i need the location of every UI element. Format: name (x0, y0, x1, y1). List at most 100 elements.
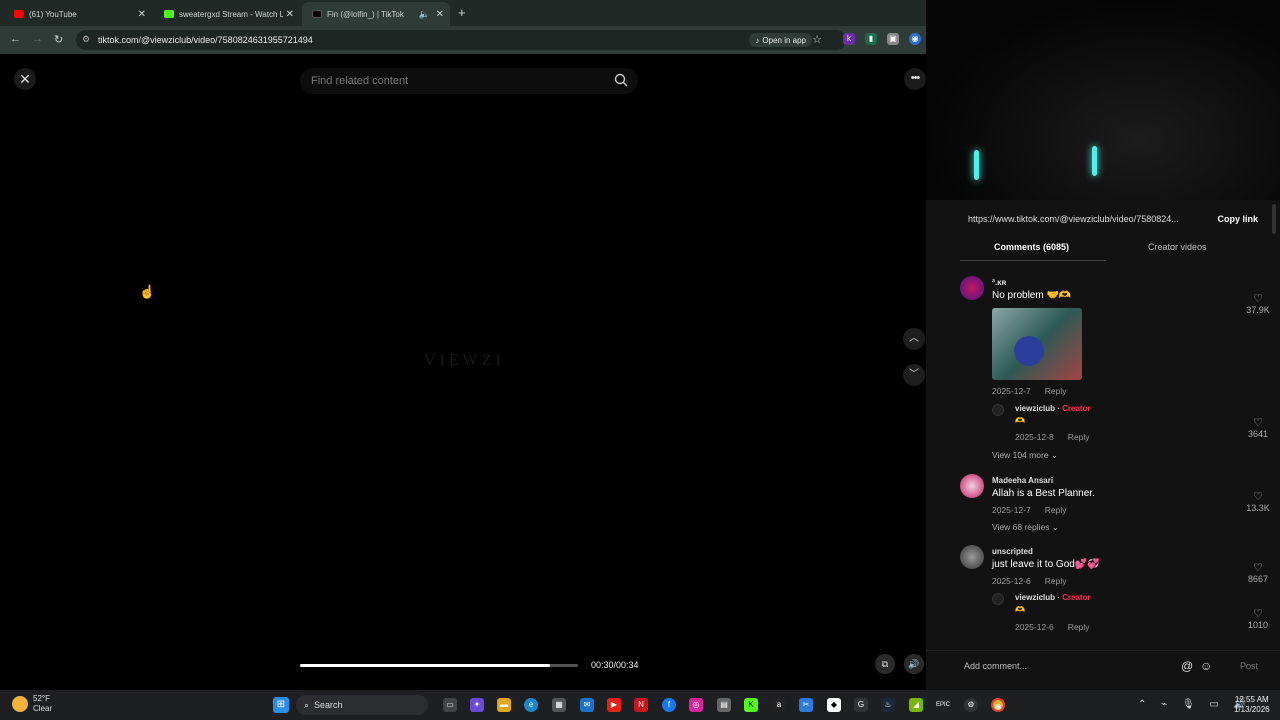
like-button[interactable]: ♡ 37.9K (1240, 292, 1276, 315)
steam-icon[interactable]: ♨ (881, 698, 895, 712)
roblox-icon[interactable]: ◆ (827, 698, 841, 712)
windows-start-icon[interactable]: ⊞ (273, 697, 289, 713)
video-player[interactable]: ✕ Find related content ••• VIEWZI ︿ ﹀ 00… (0, 54, 926, 690)
edge-icon[interactable]: e (524, 698, 538, 712)
extension-k-icon[interactable]: k (843, 33, 855, 45)
snipping-tool-icon[interactable]: ✂ (799, 698, 813, 712)
reply-button[interactable]: Reply (1045, 386, 1067, 396)
comment-username[interactable]: unscripted (992, 547, 1033, 556)
profile-icon[interactable]: ◉ (909, 33, 921, 45)
netflix-icon[interactable]: N (634, 698, 648, 712)
new-tab-button[interactable]: + (458, 5, 466, 20)
avatar[interactable] (960, 474, 984, 498)
next-video-icon[interactable]: ﹀ (903, 364, 925, 386)
tab-tiktok[interactable]: Fin (@lolfin_) | TikTok 🔈 ✕ (302, 2, 450, 26)
view-more-button[interactable]: View 68 replies ⌄ (992, 522, 1059, 533)
bookmark-star-icon[interactable]: ☆ (812, 33, 822, 46)
progress-bar[interactable] (300, 664, 578, 667)
close-tab-icon[interactable]: ✕ (436, 9, 444, 20)
heart-icon: ♡ (1253, 608, 1263, 620)
more-options-icon[interactable]: ••• (904, 68, 926, 90)
cursor-icon: ☝ (139, 284, 156, 299)
comment-image[interactable] (992, 308, 1082, 380)
site-info-icon[interactable]: ⚙ (82, 34, 90, 45)
facebook-icon[interactable]: f (662, 698, 676, 712)
heart-icon: ♡ (1253, 417, 1263, 429)
back-icon[interactable]: ← (10, 33, 21, 45)
like-button[interactable]: ♡ 8667 (1240, 561, 1276, 584)
reload-icon[interactable]: ↻ (54, 33, 63, 46)
tab-youtube[interactable]: (61) YouTube ✕ (4, 4, 152, 24)
weather-temp: 52°F (33, 694, 50, 703)
reply-button[interactable]: Reply (1045, 576, 1067, 586)
view-more-button[interactable]: View 104 more ⌄ (992, 450, 1058, 461)
mail-icon[interactable]: ✉ (580, 698, 594, 712)
close-tab-icon[interactable]: ✕ (286, 9, 294, 20)
copilot-icon[interactable]: ✦ (470, 698, 484, 712)
file-explorer-icon[interactable]: ▬ (497, 698, 511, 712)
comment-meta: 2025-12-7 Reply (992, 505, 1067, 515)
speaker-icon[interactable]: 🔈 (419, 9, 430, 20)
previous-video-icon[interactable]: ︿ (903, 328, 925, 350)
reply-username[interactable]: viewziclub · Creator (1015, 593, 1091, 602)
tab-label: (61) YouTube (29, 9, 77, 19)
tab-kick[interactable]: sweatergxd Stream - Watch Live ✕ (154, 4, 300, 24)
forward-icon[interactable]: → (32, 33, 43, 45)
add-comment-input[interactable]: Add comment... (964, 661, 1027, 671)
avatar[interactable] (960, 545, 984, 569)
tab-comments[interactable]: Comments (6085) (994, 242, 1069, 252)
share-link-row: https://www.tiktok.com/@viewziclub/video… (968, 214, 1268, 224)
close-tab-icon[interactable]: ✕ (138, 9, 146, 20)
nvidia-icon[interactable]: ◢ (909, 698, 923, 712)
taskbar-search[interactable]: ⌕ Search (296, 695, 428, 715)
comment-username[interactable]: ª.ĸʀ (992, 278, 1006, 287)
instagram-icon[interactable]: ◎ (689, 698, 703, 712)
youtube-app-icon[interactable]: ▶ (607, 698, 621, 712)
like-count: 1010 (1247, 620, 1269, 630)
clock[interactable]: 12:55 AM 1/13/2026 (1234, 695, 1270, 715)
close-icon[interactable]: ✕ (14, 68, 36, 90)
g-app-icon[interactable]: G (854, 698, 868, 712)
settings-gear-icon[interactable]: ⚙ (964, 698, 978, 712)
emoji-icon[interactable]: ☺ (1200, 659, 1212, 673)
calculator-icon[interactable]: ▤ (717, 698, 731, 712)
like-button[interactable]: ♡ 13.3K (1240, 490, 1276, 513)
avatar[interactable] (960, 276, 984, 300)
reply-button[interactable]: Reply (1068, 432, 1090, 442)
tab-strip: (61) YouTube ✕ sweatergxd Stream - Watch… (0, 0, 926, 26)
comment-date: 2025-12-7 (992, 386, 1031, 396)
pip-icon[interactable]: ⧉ (875, 654, 895, 674)
epic-games-icon[interactable]: EPIC (936, 698, 950, 712)
mention-icon[interactable]: @ (1181, 659, 1193, 673)
open-in-app-button[interactable]: ♪ Open in app (749, 33, 812, 47)
copy-link-button[interactable]: Copy link (1217, 214, 1258, 224)
chrome-icon[interactable]: ◉ (991, 698, 1005, 712)
scrollbar[interactable] (1272, 204, 1276, 234)
url-field[interactable]: ⚙ tiktok.com/@viewziclub/video/758082463… (76, 30, 846, 50)
reply-button[interactable]: Reply (1045, 505, 1067, 515)
avatar[interactable] (992, 593, 1004, 605)
kick-app-icon[interactable]: K (744, 698, 758, 712)
like-count: 8667 (1247, 574, 1269, 584)
store-icon[interactable]: ▦ (552, 698, 566, 712)
like-button[interactable]: ♡ 1010 (1240, 607, 1276, 630)
clock-time: 12:55 AM (1234, 695, 1269, 704)
post-button[interactable]: Post (1240, 661, 1258, 671)
weather-widget[interactable]: 52°F Clear (12, 694, 52, 714)
volume-icon[interactable]: 🔊 (904, 654, 924, 674)
extension-puzzle-icon[interactable]: ▣ (887, 33, 899, 45)
comment-username[interactable]: Madeeha Ansari (992, 476, 1053, 485)
search-input[interactable]: Find related content (300, 68, 638, 94)
tiktok-icon: ♪ (755, 35, 760, 45)
extension-stats-icon[interactable]: ▮ (865, 33, 877, 45)
amazon-icon[interactable]: a (772, 698, 786, 712)
tab-creator-videos[interactable]: Creator videos (1148, 242, 1207, 252)
avatar[interactable] (992, 404, 1004, 416)
search-icon: ⌕ (304, 699, 310, 710)
like-button[interactable]: ♡ 3641 (1240, 416, 1276, 439)
task-view-icon[interactable]: ▭ (443, 698, 457, 712)
like-count: 3641 (1247, 429, 1269, 439)
reply-button[interactable]: Reply (1068, 622, 1090, 632)
reply-username[interactable]: viewziclub · Creator (1015, 404, 1091, 413)
search-icon[interactable] (614, 73, 628, 87)
